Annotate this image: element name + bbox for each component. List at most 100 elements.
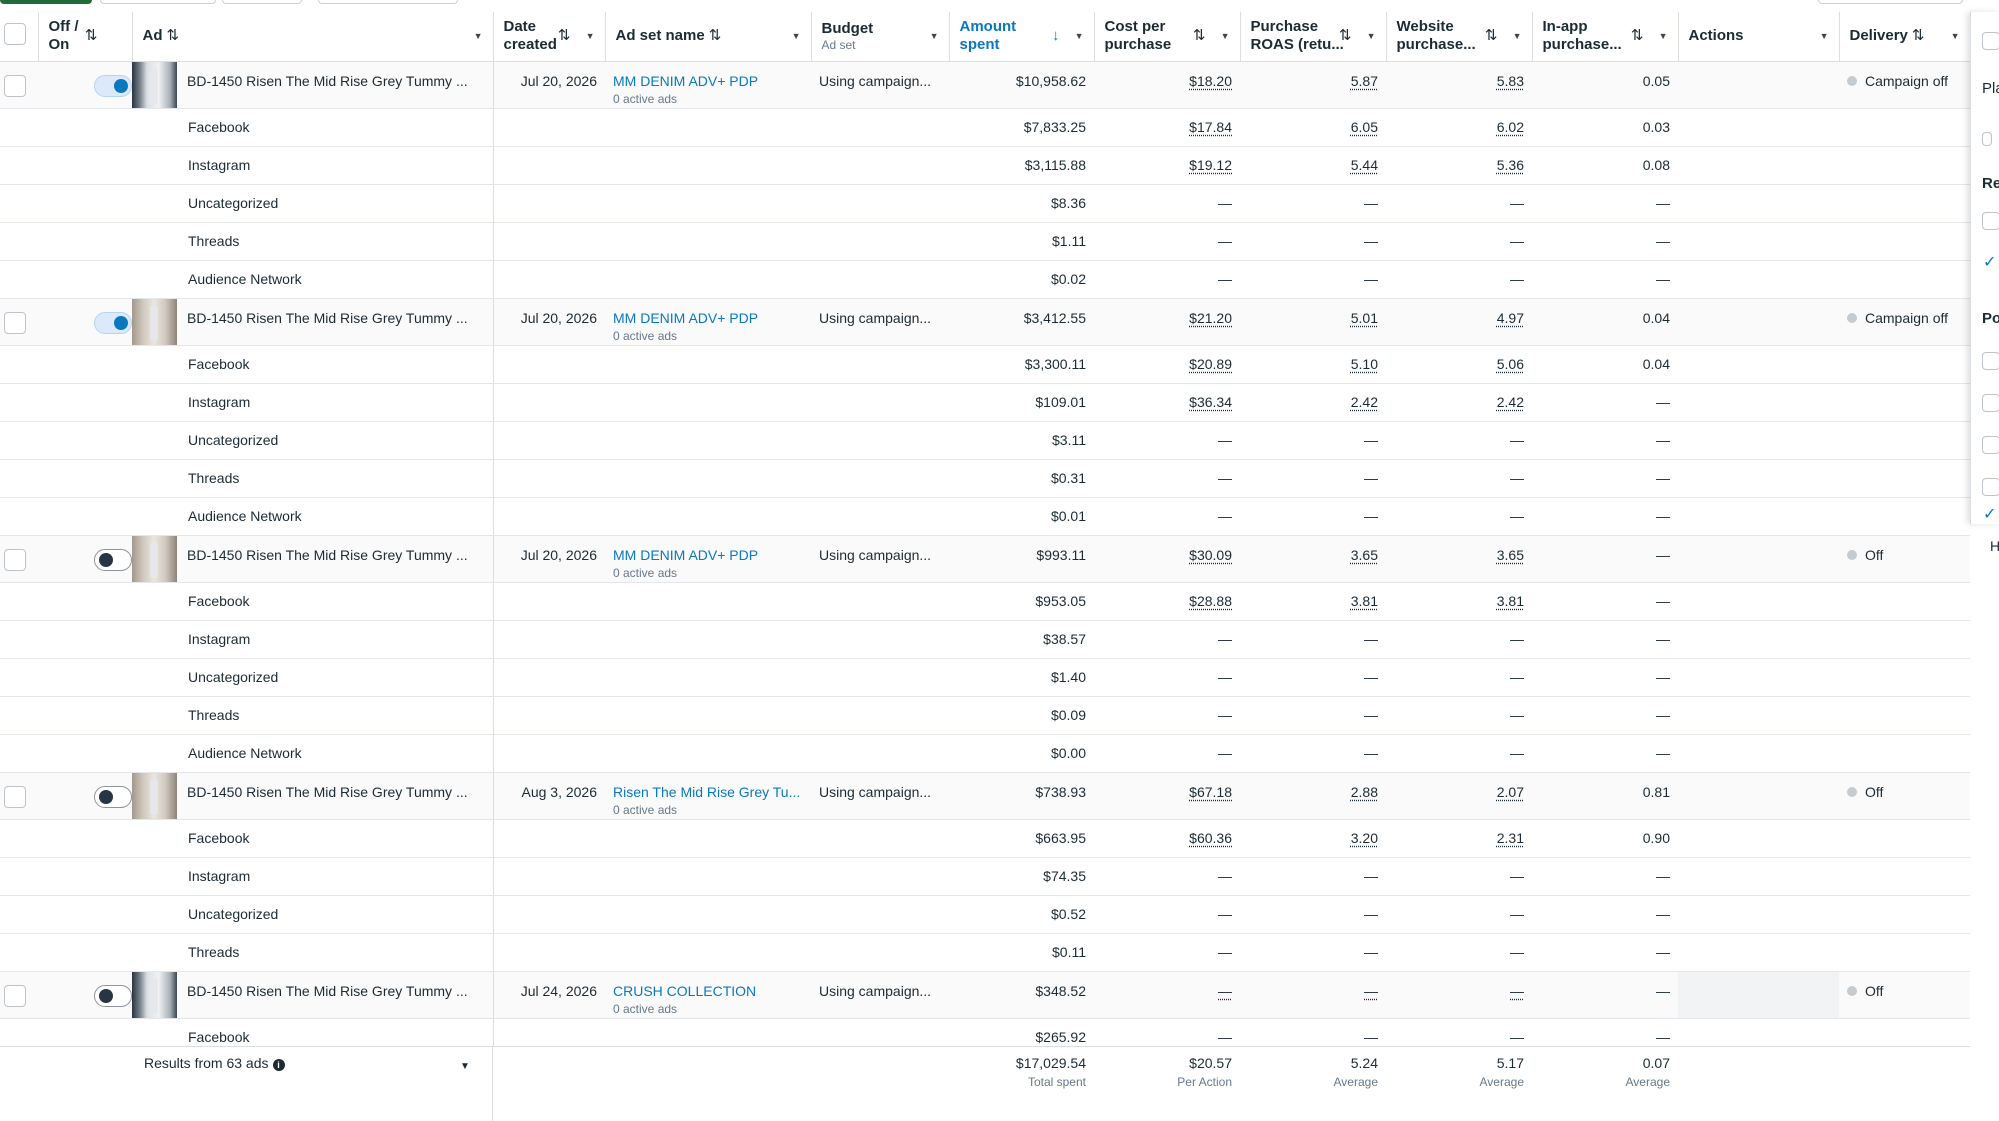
side-panel-checkbox[interactable]: [1982, 32, 1999, 50]
column-header-offon[interactable]: Off / On ⇅: [38, 12, 133, 62]
ad-name[interactable]: BD-1450 Risen The Mid Rise Grey Tummy ..…: [187, 547, 468, 563]
column-header-actions[interactable]: Actions ▼: [1678, 12, 1840, 62]
sort-descending-icon[interactable]: ↓: [1052, 27, 1060, 45]
sort-icon[interactable]: ⇅: [1631, 27, 1644, 45]
side-panel-checkbox[interactable]: [1982, 352, 1999, 370]
adset-link[interactable]: CRUSH COLLECTION: [613, 983, 756, 999]
ad-name-cell[interactable]: BD-1450 Risen The Mid Rise Grey Tummy ..…: [132, 61, 494, 109]
sort-icon[interactable]: ⇅: [1485, 27, 1498, 45]
ad-row[interactable]: BD-1450 Risen The Mid Rise Grey Tummy ..…: [0, 298, 1970, 346]
toggle-cell[interactable]: [38, 298, 132, 346]
row-select-cell[interactable]: [0, 971, 38, 1019]
row-checkbox[interactable]: [4, 548, 26, 571]
chevron-down-icon[interactable]: ▼: [1367, 27, 1376, 45]
chevron-down-icon[interactable]: ▼: [1075, 27, 1084, 45]
column-header-budget[interactable]: Budget Ad set ▼: [811, 12, 950, 62]
sort-icon[interactable]: ⇅: [85, 27, 98, 45]
ad-name-cell[interactable]: BD-1450 Risen The Mid Rise Grey Tummy ..…: [132, 772, 494, 820]
toggle-cell[interactable]: [38, 971, 132, 1019]
column-header-date[interactable]: Date created ⇅ ▼: [493, 12, 606, 62]
sort-icon[interactable]: ⇅: [1193, 27, 1206, 45]
sort-icon[interactable]: ⇅: [709, 27, 722, 44]
column-header-ad[interactable]: Ad ⇅ ▼: [132, 12, 494, 62]
blank-cell: [493, 108, 605, 147]
column-header-amount-spent[interactable]: Amount spent ↓ ▼: [949, 12, 1095, 62]
adset-link[interactable]: MM DENIM ADV+ PDP: [613, 310, 758, 326]
side-panel-checkbox[interactable]: [1982, 436, 1999, 454]
sort-icon[interactable]: ⇅: [1339, 27, 1352, 45]
chevron-down-icon[interactable]: ▼: [586, 27, 595, 45]
chevron-down-icon[interactable]: ▼: [1659, 27, 1668, 45]
side-panel-checkbox[interactable]: [1982, 478, 1999, 496]
ad-name-cell[interactable]: BD-1450 Risen The Mid Rise Grey Tummy ..…: [132, 535, 494, 583]
sort-icon[interactable]: ⇅: [167, 27, 180, 44]
ad-name-cell[interactable]: BD-1450 Risen The Mid Rise Grey Tummy ..…: [132, 971, 494, 1019]
tab-indicator[interactable]: [100, 0, 216, 4]
blank-cell: [605, 582, 811, 621]
column-header-adset[interactable]: Ad set name ⇅ ▼: [605, 12, 812, 62]
actions-cell[interactable]: [1678, 298, 1839, 346]
actions-cell[interactable]: [1678, 772, 1839, 820]
ad-status-toggle[interactable]: [94, 548, 132, 571]
sort-icon[interactable]: ⇅: [558, 27, 571, 45]
row-select-cell[interactable]: [0, 298, 38, 346]
sort-icon[interactable]: ⇅: [1912, 27, 1925, 44]
toggle-cell[interactable]: [38, 535, 132, 583]
blank-cell: [493, 819, 605, 858]
side-panel-checkbox[interactable]: [1982, 212, 1999, 230]
checkmark-icon[interactable]: ✓: [1983, 252, 1996, 272]
ad-row[interactable]: BD-1450 Risen The Mid Rise Grey Tummy ..…: [0, 535, 1970, 583]
chevron-down-icon[interactable]: ▼: [474, 27, 483, 45]
ad-name[interactable]: BD-1450 Risen The Mid Rise Grey Tummy ..…: [187, 983, 468, 999]
row-checkbox[interactable]: [4, 74, 26, 97]
ad-name[interactable]: BD-1450 Risen The Mid Rise Grey Tummy ..…: [187, 310, 468, 326]
actions-cell[interactable]: [1678, 971, 1839, 1019]
ad-row[interactable]: BD-1450 Risen The Mid Rise Grey Tummy ..…: [0, 61, 1970, 109]
toggle-cell[interactable]: [38, 772, 132, 820]
ad-status-toggle[interactable]: [94, 984, 132, 1007]
ad-name[interactable]: BD-1450 Risen The Mid Rise Grey Tummy ..…: [187, 784, 468, 800]
row-checkbox[interactable]: [4, 311, 26, 334]
row-select-cell[interactable]: [0, 772, 38, 820]
checkmark-icon[interactable]: ✓: [1983, 504, 1996, 524]
row-select-cell[interactable]: [0, 61, 38, 109]
adset-link[interactable]: Risen The Mid Rise Grey Tu...: [613, 784, 800, 800]
chevron-down-icon[interactable]: ▼: [1820, 27, 1829, 45]
blank-cell: [0, 819, 38, 858]
active-tab-indicator[interactable]: [0, 0, 92, 4]
row-checkbox[interactable]: [4, 785, 26, 808]
tab-indicator[interactable]: [318, 0, 458, 4]
side-panel-checkbox[interactable]: [1982, 394, 1999, 412]
chevron-down-icon[interactable]: ▼: [1951, 27, 1960, 45]
tab-indicator[interactable]: [1818, 0, 1963, 4]
column-header-purchase-roas[interactable]: Purchase ROAS (retu... ⇅ ▼: [1240, 12, 1387, 62]
chevron-down-icon[interactable]: ▼: [930, 27, 939, 45]
ad-status-toggle[interactable]: [94, 74, 132, 97]
side-panel-control[interactable]: [1982, 132, 1992, 146]
select-all-header[interactable]: [0, 12, 39, 62]
actions-cell[interactable]: [1678, 535, 1839, 583]
ad-status-toggle[interactable]: [94, 785, 132, 808]
toggle-cell[interactable]: [38, 61, 132, 109]
ad-status-toggle[interactable]: [94, 311, 132, 334]
chevron-down-icon[interactable]: ▼: [460, 1061, 470, 1072]
ad-name[interactable]: BD-1450 Risen The Mid Rise Grey Tummy ..…: [187, 73, 468, 89]
chevron-down-icon[interactable]: ▼: [792, 27, 801, 45]
column-header-cost-per-purchase[interactable]: Cost per purchase ⇅ ▼: [1094, 12, 1241, 62]
actions-cell[interactable]: [1678, 61, 1839, 109]
column-header-inapp-purchase[interactable]: In-app purchase... ⇅ ▼: [1532, 12, 1679, 62]
column-header-delivery[interactable]: Delivery ⇅ ▼: [1839, 12, 1970, 62]
info-icon[interactable]: i: [272, 1059, 285, 1071]
column-header-website-purchase[interactable]: Website purchase... ⇅ ▼: [1386, 12, 1533, 62]
row-select-cell[interactable]: [0, 535, 38, 583]
chevron-down-icon[interactable]: ▼: [1513, 27, 1522, 45]
tab-indicator[interactable]: [222, 0, 302, 4]
adset-link[interactable]: MM DENIM ADV+ PDP: [613, 73, 758, 89]
ad-name-cell[interactable]: BD-1450 Risen The Mid Rise Grey Tummy ..…: [132, 298, 494, 346]
ad-row[interactable]: BD-1450 Risen The Mid Rise Grey Tummy ..…: [0, 772, 1970, 820]
ad-row[interactable]: BD-1450 Risen The Mid Rise Grey Tummy ..…: [0, 971, 1970, 1019]
row-checkbox[interactable]: [4, 984, 26, 1007]
adset-link[interactable]: MM DENIM ADV+ PDP: [613, 547, 758, 563]
chevron-down-icon[interactable]: ▼: [1221, 27, 1230, 45]
select-all-checkbox[interactable]: [4, 22, 26, 45]
